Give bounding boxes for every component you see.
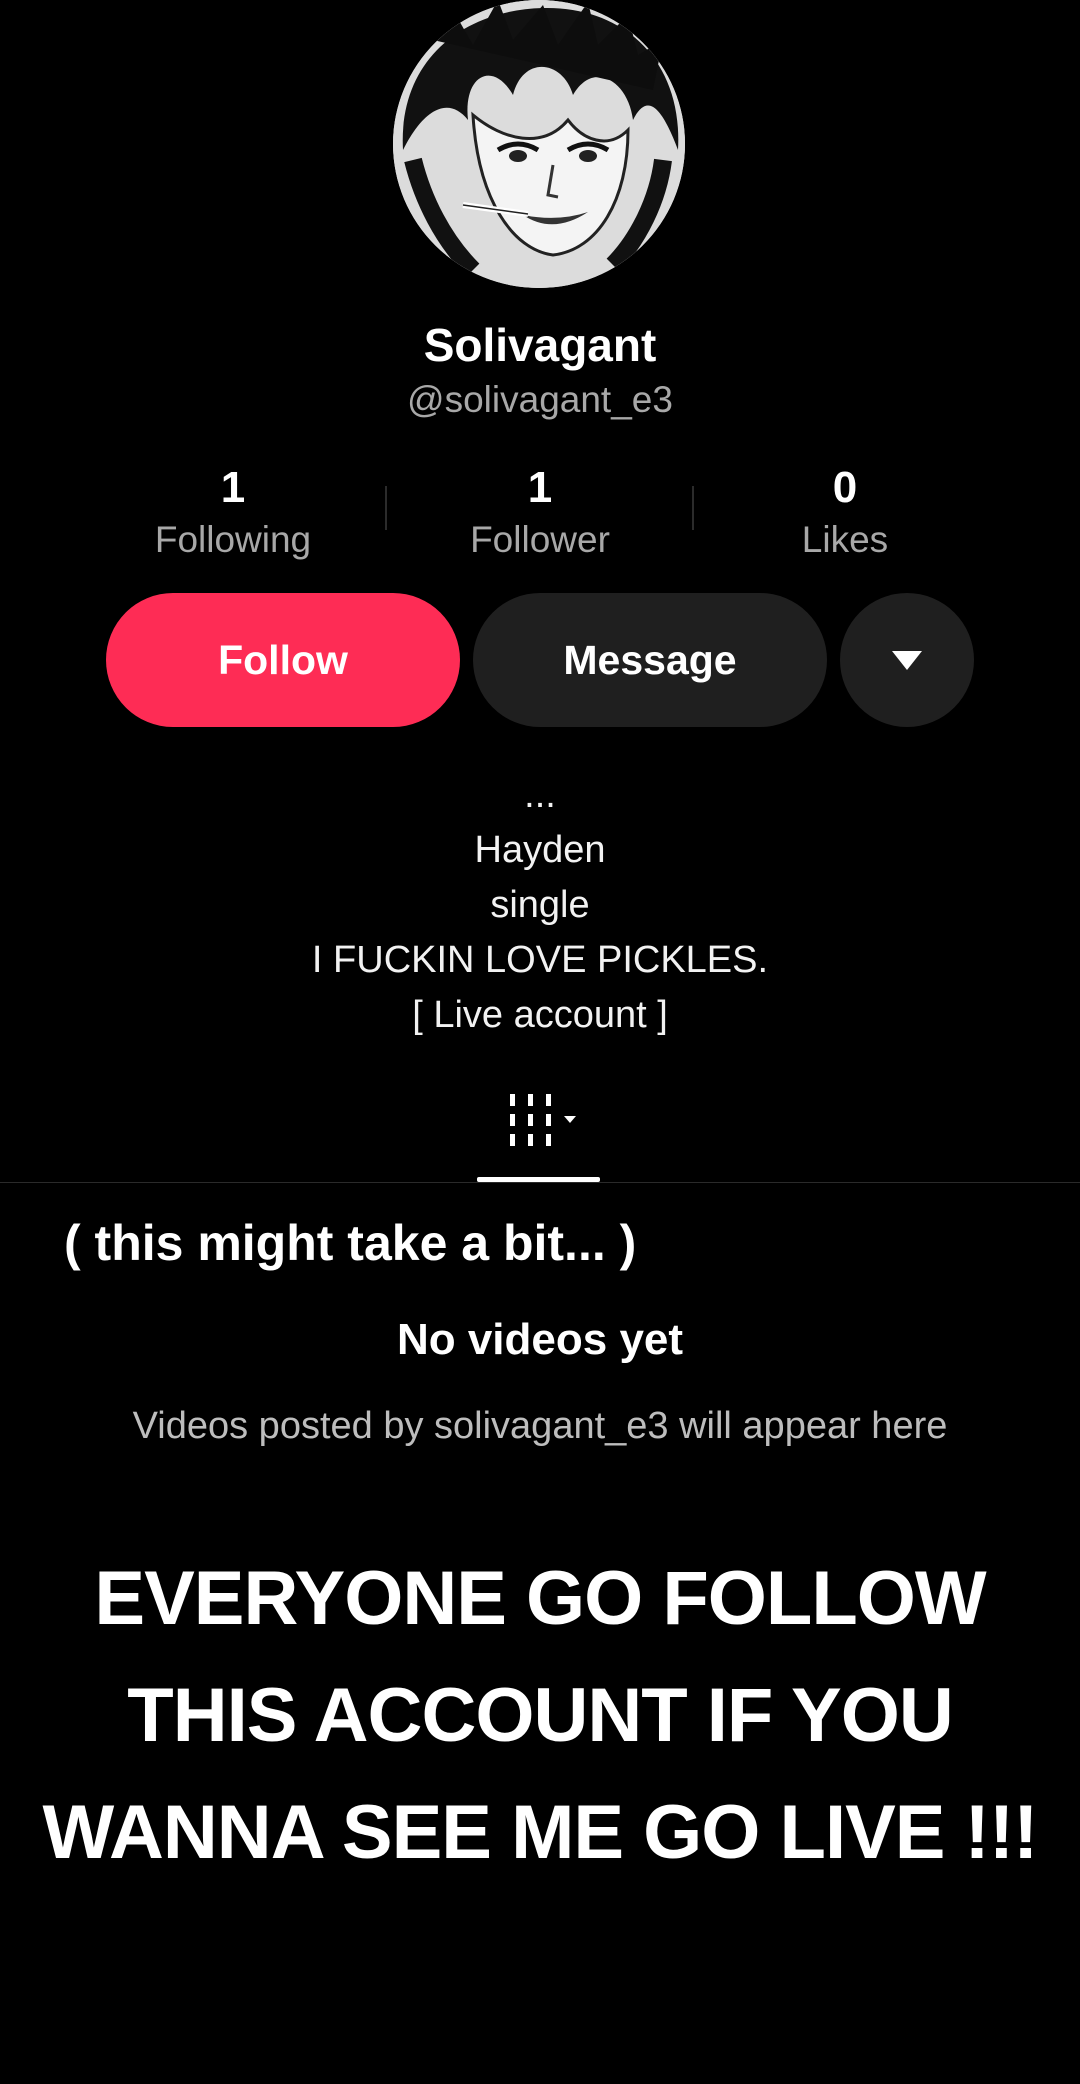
tab-divider — [0, 1182, 1080, 1183]
stat-divider — [385, 486, 387, 530]
stat-followers-count: 1 — [527, 463, 553, 512]
username: @solivagant_e3 — [407, 379, 673, 420]
follow-button[interactable]: Follow — [106, 593, 460, 727]
stat-followers-label: Follower — [470, 519, 610, 560]
overlay-caption-line: THIS ACCOUNT IF YOU — [127, 1673, 953, 1758]
empty-state-description: Videos posted by solivagant_e3 will appe… — [132, 1405, 948, 1447]
stat-following-count: 1 — [220, 463, 246, 512]
bio-line: Hayden — [474, 829, 606, 871]
stat-following-label: Following — [154, 519, 312, 560]
follow-button-label: Follow — [218, 636, 348, 683]
stat-likes-count: 0 — [832, 463, 858, 512]
stat-likes-label: Likes — [801, 519, 889, 560]
overlay-caption-line: WANNA SEE ME GO LIVE !!! — [42, 1790, 1039, 1875]
empty-state-title: No videos yet — [396, 1315, 684, 1364]
overlay-note: ( this might take a bit... ) — [64, 1215, 637, 1271]
stat-followers[interactable]: 1 Follower — [390, 460, 690, 564]
bio: ... Hayden single I FUCKIN LOVE PICKLES.… — [0, 768, 1080, 1043]
overlay-caption: EVERYONE GO FOLLOW THIS ACCOUNT IF YOU W… — [0, 1540, 1080, 1891]
display-name: Solivagant — [423, 319, 657, 371]
message-button-label: Message — [563, 636, 737, 683]
stat-following[interactable]: 1 Following — [83, 460, 383, 564]
tab-videos[interactable] — [508, 1090, 588, 1150]
bio-line: [ Live account ] — [412, 994, 668, 1036]
stat-divider — [692, 486, 694, 530]
stat-likes[interactable]: 0 Likes — [695, 460, 995, 564]
avatar[interactable] — [393, 0, 685, 288]
caret-down-icon — [892, 650, 922, 670]
bio-line: I FUCKIN LOVE PICKLES. — [311, 939, 769, 981]
bio-line: ... — [524, 774, 556, 816]
more-options-button[interactable] — [840, 593, 974, 727]
overlay-caption-line: EVERYONE GO FOLLOW — [94, 1556, 986, 1641]
grid-icon — [510, 1094, 576, 1146]
message-button[interactable]: Message — [473, 593, 827, 727]
bio-line: single — [490, 884, 590, 926]
